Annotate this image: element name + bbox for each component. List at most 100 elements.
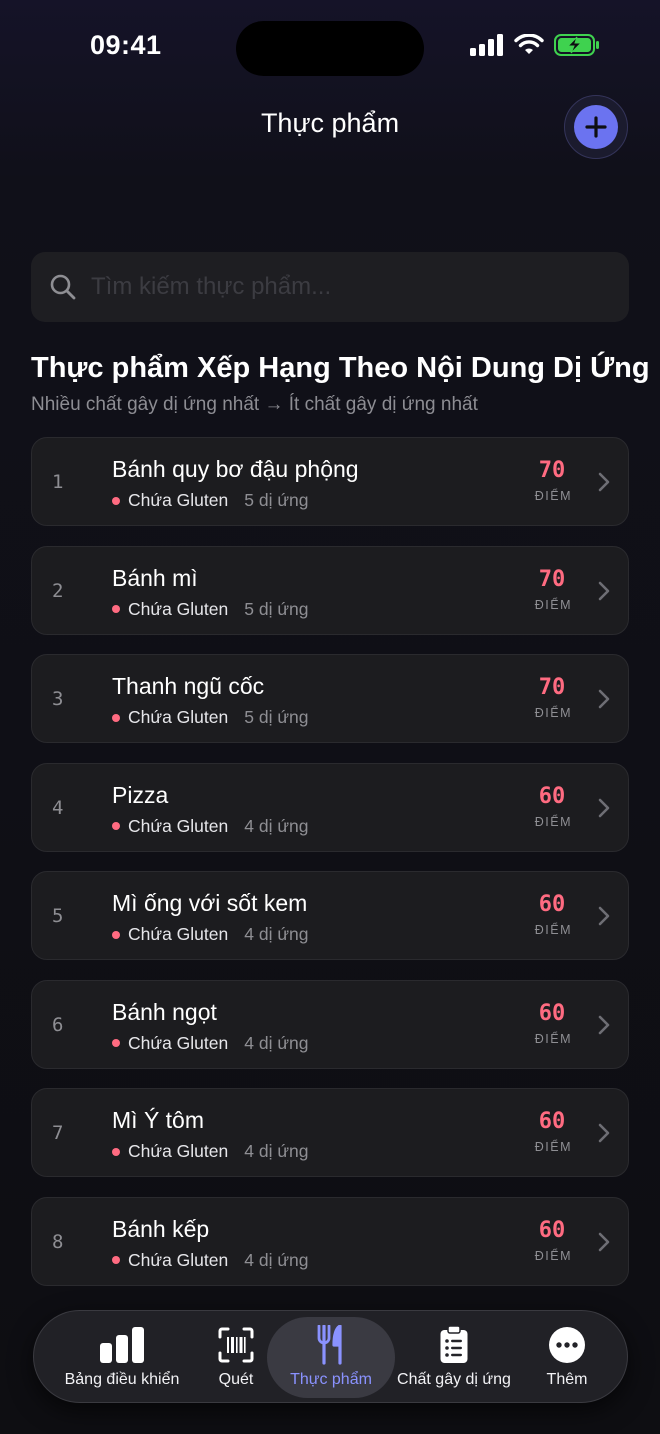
food-meta: Chứa Gluten 4 dị ứng	[112, 816, 309, 837]
food-meta: Chứa Gluten 4 dị ứng	[112, 1250, 309, 1271]
food-rank: 2	[52, 579, 64, 602]
cellular-signal-icon	[470, 34, 503, 56]
food-name: Bánh quy bơ đậu phộng	[112, 456, 359, 482]
battery-charging-icon	[554, 34, 599, 56]
food-tag: Chứa Gluten	[128, 598, 229, 619]
chart-bars-icon	[99, 1325, 145, 1365]
food-meta: Chứa Gluten 4 dị ứng	[112, 1033, 309, 1054]
allergen-count: 4 dị ứng	[244, 815, 309, 836]
food-row[interactable]: 7 Mì Ý tôm Chứa Gluten 4 dị ứng 60 ĐIỂM	[31, 1088, 629, 1177]
status-bar: 09:41	[0, 0, 660, 96]
gluten-indicator-dot	[112, 930, 120, 939]
allergen-count: 5 dị ứng	[244, 490, 309, 510]
food-rank: 8	[52, 1230, 64, 1253]
score-unit: ĐIỂM	[534, 814, 572, 829]
barcode-scan-icon	[218, 1325, 254, 1365]
food-rank: 6	[52, 1013, 64, 1036]
food-rank: 4	[52, 796, 64, 819]
food-score: 70	[538, 566, 566, 592]
chevron-right-icon	[598, 689, 610, 709]
tab-bar: Bảng điều khiển Quét Thực phẩm Chất gây …	[33, 1310, 628, 1403]
chevron-right-icon	[598, 581, 610, 600]
allergen-count: 5 dị ứng	[244, 707, 309, 727]
tab-more-label: Thêm	[546, 1371, 588, 1388]
tab-scan-label: Quét	[218, 1371, 254, 1388]
food-name: Bánh ngọt	[112, 998, 217, 1025]
food-row[interactable]: 6 Bánh ngọt Chứa Gluten 4 dị ứng 60 ĐIỂM	[31, 979, 629, 1069]
tab-foods-label: Thực phẩm	[290, 1371, 372, 1388]
add-food-button[interactable]	[564, 95, 628, 159]
food-tag: Chứa Gluten	[128, 707, 229, 727]
gluten-indicator-dot	[112, 496, 120, 505]
food-row[interactable]: 2 Bánh mì Chứa Gluten 5 dị ứng 70 ĐIỂM	[31, 545, 629, 635]
food-meta: Chứa Gluten 5 dị ứng	[112, 707, 309, 728]
tab-foods[interactable]: Thực phẩm	[269, 1311, 393, 1404]
food-list: 1 Bánh quy bơ đậu phộng Chứa Gluten 5 dị…	[31, 437, 629, 1305]
allergen-count: 4 dị ứng	[244, 924, 309, 944]
score-unit: ĐIỂM	[534, 1031, 572, 1046]
score-unit: ĐIỂM	[534, 597, 572, 612]
search-icon	[50, 274, 76, 300]
food-row[interactable]: 5 Mì ống với sốt kem Chứa Gluten 4 dị ứn…	[31, 871, 629, 960]
food-score: 60	[538, 1217, 566, 1243]
score-unit: ĐIỂM	[534, 1140, 572, 1154]
score-unit: ĐIỂM	[534, 489, 572, 503]
food-meta: Chứa Gluten 4 dị ứng	[112, 924, 309, 945]
tab-dashboard-label: Bảng điều khiển	[64, 1371, 180, 1388]
food-name: Bánh mì	[112, 564, 198, 591]
gluten-indicator-dot	[112, 713, 120, 722]
allergen-count: 4 dị ứng	[244, 1032, 309, 1053]
food-meta: Chứa Gluten 5 dị ứng	[112, 599, 309, 620]
food-name: Mì Ý tôm	[112, 1107, 205, 1133]
status-icons	[470, 34, 600, 56]
wifi-icon	[514, 34, 544, 54]
food-row[interactable]: 4 Pizza Chứa Gluten 4 dị ứng 60 ĐIỂM	[31, 762, 629, 852]
fork-knife-icon	[316, 1325, 346, 1365]
tab-scan[interactable]: Quét	[206, 1311, 266, 1404]
score-unit: ĐIỂM	[534, 706, 572, 720]
food-name: Thanh ngũ cốc	[112, 673, 265, 699]
page-title: Thực phẩm	[260, 108, 400, 138]
food-row[interactable]: 1 Bánh quy bơ đậu phộng Chứa Gluten 5 dị…	[31, 437, 629, 526]
clipboard-list-icon	[439, 1325, 469, 1365]
food-rank: 5	[52, 905, 64, 927]
search-input[interactable]	[91, 273, 591, 301]
chevron-right-icon	[598, 1232, 610, 1251]
tab-more[interactable]: Thêm	[532, 1311, 602, 1404]
gluten-indicator-dot	[112, 1256, 120, 1264]
food-row[interactable]: 8 Bánh kếp Chứa Gluten 4 dị ứng 60 ĐIỂM	[31, 1196, 629, 1286]
food-score: 60	[538, 1000, 566, 1026]
tab-allergens[interactable]: Chất gây dị ứng	[392, 1311, 516, 1404]
score-unit: ĐIỂM	[534, 923, 572, 937]
food-rank: 7	[52, 1122, 64, 1144]
food-rank: 3	[52, 688, 64, 710]
food-tag: Chứa Gluten	[128, 490, 229, 510]
tab-dashboard[interactable]: Bảng điều khiển	[52, 1311, 192, 1404]
search-bar[interactable]	[31, 252, 629, 322]
food-tag: Chứa Gluten	[128, 924, 229, 944]
chevron-right-icon	[598, 1015, 610, 1034]
food-rank: 1	[52, 471, 64, 493]
food-meta: Chứa Gluten 4 dị ứng	[112, 1141, 309, 1162]
chevron-right-icon	[598, 798, 610, 817]
food-row[interactable]: 3 Thanh ngũ cốc Chứa Gluten 5 dị ứng 70 …	[31, 654, 629, 743]
food-score: 60	[538, 783, 566, 809]
section-subtitle: Nhiều chất gây dị ứng nhất → Ít chất gây…	[31, 394, 478, 415]
allergen-count: 4 dị ứng	[244, 1249, 309, 1270]
section-title: Thực phẩm Xếp Hạng Theo Nội Dung Dị Ứng	[31, 352, 650, 384]
allergen-count: 5 dị ứng	[244, 598, 309, 619]
gluten-indicator-dot	[112, 1147, 120, 1156]
food-tag: Chứa Gluten	[128, 1141, 229, 1161]
gluten-indicator-dot	[112, 605, 120, 613]
score-unit: ĐIỂM	[534, 1248, 572, 1263]
tab-allergens-label: Chất gây dị ứng	[397, 1371, 511, 1388]
dynamic-island	[236, 21, 424, 76]
food-score: 60	[538, 892, 566, 917]
food-tag: Chứa Gluten	[128, 1249, 229, 1270]
food-score: 70	[538, 675, 566, 700]
chevron-right-icon	[598, 1123, 610, 1143]
gluten-indicator-dot	[112, 1039, 120, 1047]
food-tag: Chứa Gluten	[128, 1032, 229, 1053]
gluten-indicator-dot	[112, 822, 120, 830]
food-score: 70	[538, 458, 566, 483]
